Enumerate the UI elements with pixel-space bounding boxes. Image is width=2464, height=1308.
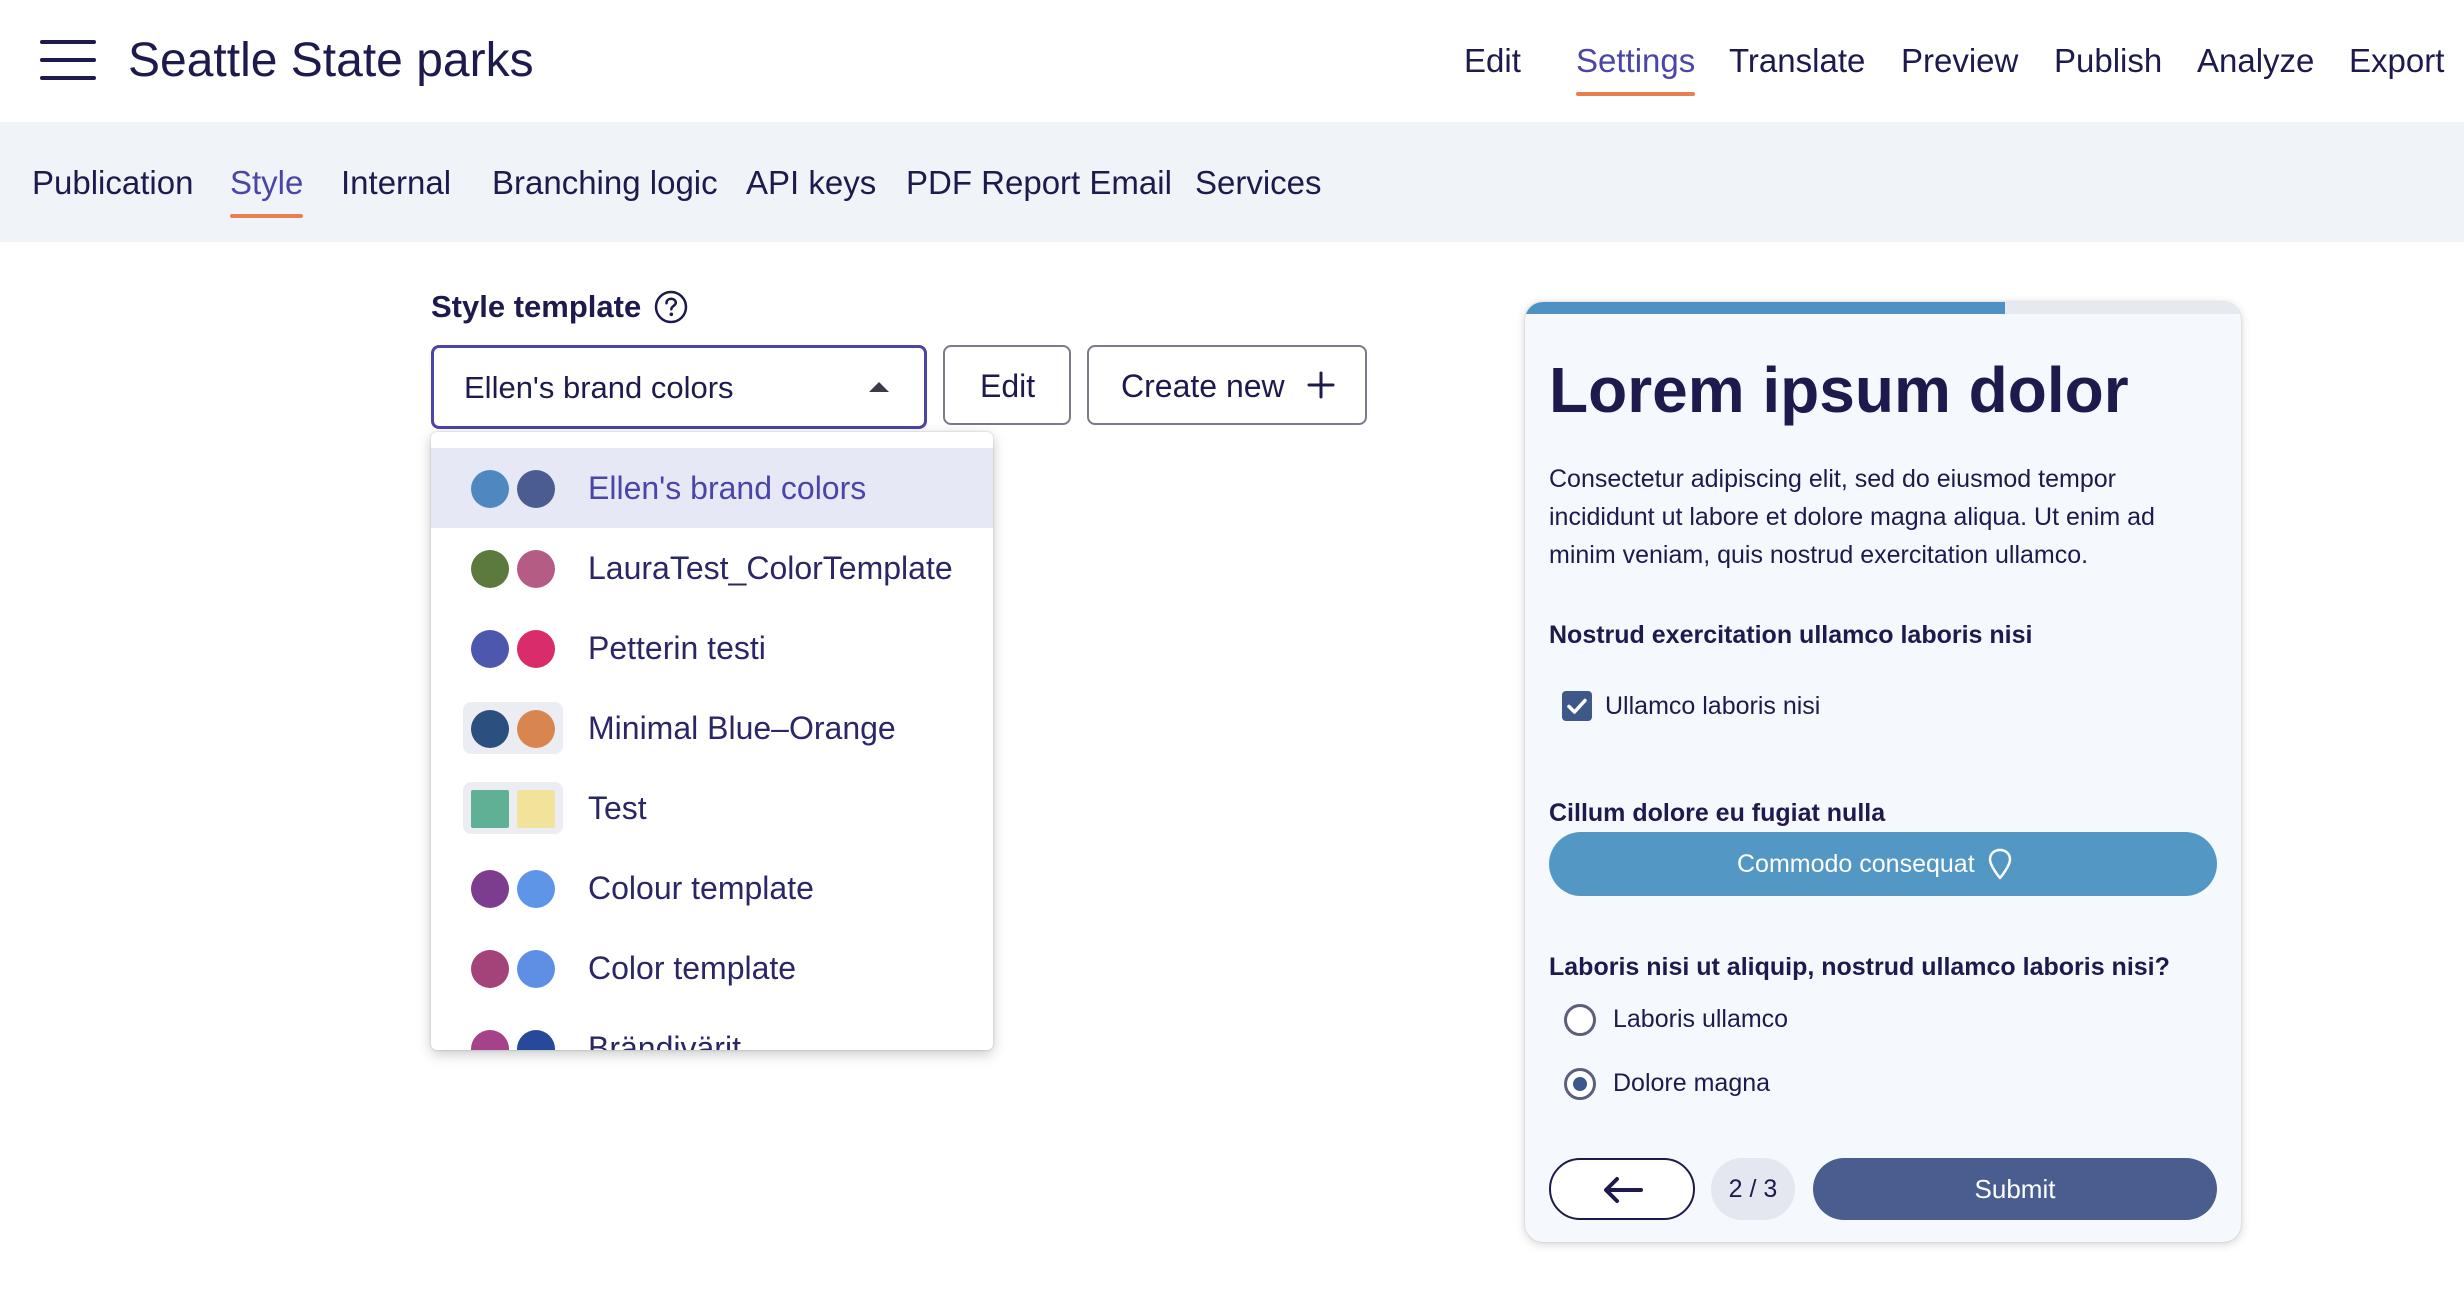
nav-edit[interactable]: Edit [1464, 36, 1521, 86]
swatch-color [517, 630, 555, 668]
page-indicator: 2 / 3 [1711, 1158, 1795, 1220]
nav-analyze[interactable]: Analyze [2197, 36, 2314, 86]
swatch-color [471, 1030, 509, 1050]
dropdown-option-label: Ellen's brand colors [588, 470, 867, 506]
dropdown-option-label: Test [588, 790, 647, 826]
dropdown-option-label: Minimal Blue–Orange [588, 710, 896, 746]
dropdown-option-label: Color template [588, 950, 797, 986]
color-swatch [463, 542, 563, 594]
swatch-color [517, 470, 555, 508]
color-swatch [463, 702, 563, 754]
tab-publication[interactable]: Publication [32, 158, 193, 208]
style-template-select[interactable]: Ellen's brand colors [431, 345, 927, 429]
radio-dolore-magna[interactable] [1564, 1068, 1596, 1100]
dropdown-option-label: Brändivärit [588, 1030, 741, 1050]
dropdown-option-label: Petterin testi [588, 630, 766, 666]
radio-label: Dolore magna [1613, 1069, 1771, 1097]
form-preview-card: Lorem ipsum dolor Consectetur adipiscing… [1525, 302, 2241, 1242]
nav-translate[interactable]: Translate [1729, 36, 1865, 86]
preview-title: Lorem ipsum dolor [1549, 354, 2129, 426]
checkmark-icon [1567, 698, 1587, 714]
create-new-template-button[interactable]: Create new [1087, 345, 1367, 425]
color-swatch [463, 942, 563, 994]
swatch-color [471, 950, 509, 988]
dropdown-option[interactable]: LauraTest_ColorTemplate [431, 528, 993, 608]
question-3-label: Laboris nisi ut aliquip, nostrud ullamco… [1549, 953, 2170, 981]
checkbox-ullamco[interactable] [1562, 691, 1592, 721]
style-template-dropdown: Ellen's brand colors LauraTest_ColorTempl… [431, 432, 993, 1050]
color-swatch [463, 862, 563, 914]
progress-bar [1525, 302, 2241, 314]
app-title: Seattle State parks [128, 34, 534, 87]
question-2-label: Cillum dolore eu fugiat nulla [1549, 799, 1886, 827]
dropdown-option-label: Colour template [588, 870, 814, 906]
color-swatch [463, 622, 563, 674]
back-button[interactable] [1549, 1158, 1695, 1220]
dropdown-option[interactable]: Petterin testi [431, 608, 993, 688]
question-1-label: Nostrud exercitation ullamco laboris nis… [1549, 621, 2033, 649]
tab-services[interactable]: Services [1195, 158, 1322, 208]
radio-label: Laboris ullamco [1613, 1005, 1789, 1033]
progress-bar-fill [1525, 302, 2005, 314]
edit-button-label: Edit [980, 368, 1036, 404]
question-circle-icon[interactable] [654, 290, 688, 324]
edit-template-button[interactable]: Edit [943, 345, 1071, 425]
plus-icon [1307, 371, 1335, 399]
tab-api-keys[interactable]: API keys [746, 158, 876, 208]
dropdown-option[interactable]: Color template [431, 928, 993, 1008]
swatch-color [517, 790, 555, 828]
swatch-color [517, 870, 555, 908]
create-new-label: Create new [1121, 368, 1285, 404]
checkbox-label: Ullamco laboris nisi [1605, 692, 1821, 720]
caret-up-icon [869, 382, 889, 392]
color-swatch [463, 462, 563, 514]
color-swatch [463, 1022, 563, 1050]
swatch-color [517, 550, 555, 588]
nav-preview[interactable]: Preview [1901, 36, 2018, 86]
select-value: Ellen's brand colors [464, 370, 734, 405]
swatch-color [517, 1030, 555, 1050]
settings-subnav: Publication Style Internal Branching log… [0, 122, 2464, 242]
radio-laboris-ullamco[interactable] [1564, 1004, 1596, 1036]
location-button-label: Commodo consequat [1737, 850, 1975, 878]
dropdown-option[interactable]: Ellen's brand colors [431, 448, 993, 528]
swatch-color [471, 630, 509, 668]
style-template-label: Style template [431, 289, 642, 324]
tab-branching-logic[interactable]: Branching logic [492, 158, 718, 208]
nav-export[interactable]: Export [2349, 36, 2444, 86]
top-bar: Seattle State parks Edit Settings Transl… [0, 0, 2464, 122]
dropdown-option-label: LauraTest_ColorTemplate [588, 550, 953, 586]
dropdown-option[interactable]: Colour template [431, 848, 993, 928]
dropdown-option[interactable]: Minimal Blue–Orange [431, 688, 993, 768]
preview-description: Consectetur adipiscing elit, sed do eius… [1549, 465, 2155, 569]
swatch-color [471, 870, 509, 908]
submit-button-label: Submit [1974, 1174, 2056, 1204]
dropdown-option[interactable]: Brändivärit [431, 1008, 993, 1050]
swatch-color [471, 550, 509, 588]
dropdown-option[interactable]: Test [431, 768, 993, 848]
swatch-color [517, 710, 555, 748]
tab-internal[interactable]: Internal [341, 158, 451, 208]
swatch-color [517, 950, 555, 988]
page-indicator-text: 2 / 3 [1728, 1175, 1778, 1203]
location-pin-icon [1988, 848, 2012, 880]
tab-pdf-report-email[interactable]: PDF Report Email [906, 158, 1172, 208]
nav-publish[interactable]: Publish [2054, 36, 2162, 86]
swatch-color [471, 710, 509, 748]
nav-settings[interactable]: Settings [1576, 36, 1696, 96]
tab-style[interactable]: Style [230, 158, 304, 218]
swatch-color [471, 470, 509, 508]
hamburger-icon[interactable] [40, 38, 96, 84]
arrow-left-icon [1604, 1177, 1643, 1203]
submit-button[interactable]: Submit [1813, 1158, 2217, 1220]
color-swatch [463, 782, 563, 834]
location-button[interactable]: Commodo consequat [1549, 832, 2217, 896]
swatch-color [471, 790, 509, 828]
